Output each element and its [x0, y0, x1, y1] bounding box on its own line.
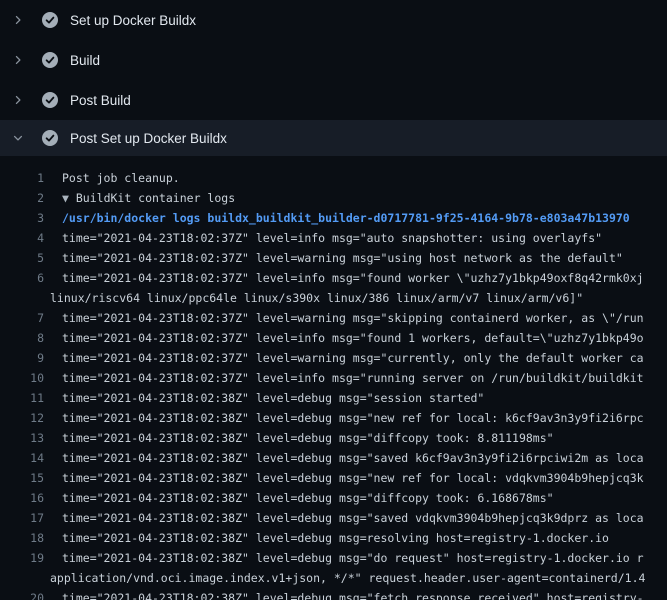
log-line-text: time="2021-04-23T18:02:37Z" level=warnin… — [62, 248, 623, 268]
log-line-number[interactable]: 11 — [0, 388, 44, 408]
log-line-text: Post job cleanup. — [62, 168, 180, 188]
log-line: 2 ▼ BuildKit container logs — [0, 188, 667, 208]
log-line-number[interactable]: 19 — [0, 548, 44, 568]
log-line: 4 time="2021-04-23T18:02:37Z" level=info … — [0, 228, 667, 248]
step-label: Post Set up Docker Buildx — [70, 131, 227, 146]
log-line: 14 time="2021-04-23T18:02:38Z" level=debu… — [0, 448, 667, 468]
log-line-text: time="2021-04-23T18:02:38Z" level=debug … — [62, 448, 644, 468]
log-line-number[interactable]: 7 — [0, 308, 44, 328]
steps-list: Set up Docker Buildx Build Post Build Post … — [0, 0, 667, 156]
chevron-right-icon — [13, 55, 29, 65]
step-label: Post Build — [70, 93, 131, 108]
log-line: 16 time="2021-04-23T18:02:38Z" level=debu… — [0, 488, 667, 508]
log-line-text: time="2021-04-23T18:02:37Z" level=warnin… — [62, 308, 644, 328]
log-line: 9 time="2021-04-23T18:02:37Z" level=warni… — [0, 348, 667, 368]
step-header-set-up-docker-buildx[interactable]: Set up Docker Buildx — [0, 0, 667, 40]
log-line-text: time="2021-04-23T18:02:37Z" level=info m… — [62, 368, 644, 388]
log-line-text: time="2021-04-23T18:02:38Z" level=debug … — [62, 548, 644, 568]
log-line-number — [0, 568, 44, 588]
log-line: 11 time="2021-04-23T18:02:38Z" level=debu… — [0, 388, 667, 408]
log-line-number — [0, 288, 44, 308]
chevron-right-icon — [13, 95, 29, 105]
log-line: 1 Post job cleanup. — [0, 168, 667, 188]
chevron-right-icon — [13, 15, 29, 25]
log-line: 6 time="2021-04-23T18:02:37Z" level=info … — [0, 268, 667, 288]
log-group-collapse-icon[interactable]: ▼ — [62, 191, 69, 205]
log-line-text: time="2021-04-23T18:02:37Z" level=info m… — [62, 228, 602, 248]
log-line-number[interactable]: 1 — [0, 168, 44, 188]
log-line-text: time="2021-04-23T18:02:38Z" level=debug … — [62, 428, 554, 448]
log-line-text: time="2021-04-23T18:02:38Z" level=debug … — [62, 488, 554, 508]
log-line-number[interactable]: 10 — [0, 368, 44, 388]
log-line: 15 time="2021-04-23T18:02:38Z" level=debu… — [0, 468, 667, 488]
log-line-number[interactable]: 8 — [0, 328, 44, 348]
log-line-number[interactable]: 20 — [0, 588, 44, 600]
step-label: Set up Docker Buildx — [70, 13, 196, 28]
log-line-continuation: linux/riscv64 linux/ppc64le linux/s390x … — [0, 288, 667, 308]
workflow-log-viewer: Set up Docker Buildx Build Post Build Post … — [0, 0, 667, 600]
log-line: 17 time="2021-04-23T18:02:38Z" level=debu… — [0, 508, 667, 528]
check-circle-icon — [42, 130, 58, 146]
log-line-number[interactable]: 17 — [0, 508, 44, 528]
chevron-down-icon — [13, 133, 29, 143]
log-line-text: linux/riscv64 linux/ppc64le linux/s390x … — [50, 288, 583, 308]
log-line-text: time="2021-04-23T18:02:37Z" level=info m… — [62, 328, 644, 348]
log-line: 18 time="2021-04-23T18:02:38Z" level=debu… — [0, 528, 667, 548]
step-header-post-build[interactable]: Post Build — [0, 80, 667, 120]
log-line: 10 time="2021-04-23T18:02:37Z" level=info… — [0, 368, 667, 388]
check-circle-icon — [42, 52, 58, 68]
log-line: 5 time="2021-04-23T18:02:37Z" level=warni… — [0, 248, 667, 268]
log-line-text: time="2021-04-23T18:02:38Z" level=debug … — [62, 408, 644, 428]
check-circle-icon — [42, 12, 58, 28]
log-line-text: application/vnd.oci.image.index.v1+json,… — [50, 568, 645, 588]
log-line-text: ▼ BuildKit container logs — [62, 188, 235, 208]
log-line-number[interactable]: 5 — [0, 248, 44, 268]
step-header-post-set-up-docker-buildx[interactable]: Post Set up Docker Buildx — [0, 120, 667, 156]
log-line-number[interactable]: 6 — [0, 268, 44, 288]
log-line: 13 time="2021-04-23T18:02:38Z" level=debu… — [0, 428, 667, 448]
log-line: 12 time="2021-04-23T18:02:38Z" level=debu… — [0, 408, 667, 428]
log-line-number[interactable]: 16 — [0, 488, 44, 508]
log-line-number[interactable]: 2 — [0, 188, 44, 208]
step-label: Build — [70, 53, 100, 68]
log-line: 8 time="2021-04-23T18:02:37Z" level=info … — [0, 328, 667, 348]
log-line-number[interactable]: 12 — [0, 408, 44, 428]
log-line-text: time="2021-04-23T18:02:38Z" level=debug … — [62, 528, 609, 548]
log-output: 1 Post job cleanup. 2 ▼ BuildKit container … — [0, 156, 667, 600]
log-line-number[interactable]: 13 — [0, 428, 44, 448]
log-line: 20 time="2021-04-23T18:02:38Z" level=debu… — [0, 588, 667, 600]
log-line-number[interactable]: 9 — [0, 348, 44, 368]
log-line: 7 time="2021-04-23T18:02:37Z" level=warni… — [0, 308, 667, 328]
check-circle-icon — [42, 92, 58, 108]
log-line-text: time="2021-04-23T18:02:38Z" level=debug … — [62, 508, 644, 528]
log-line-number[interactable]: 4 — [0, 228, 44, 248]
log-line-number[interactable]: 15 — [0, 468, 44, 488]
log-command-text: /usr/bin/docker logs buildx_buildkit_bui… — [62, 208, 630, 228]
log-line-number[interactable]: 14 — [0, 448, 44, 468]
log-line-text: time="2021-04-23T18:02:38Z" level=debug … — [62, 468, 644, 488]
log-line-text: time="2021-04-23T18:02:37Z" level=warnin… — [62, 348, 644, 368]
step-header-build[interactable]: Build — [0, 40, 667, 80]
log-line-text: time="2021-04-23T18:02:38Z" level=debug … — [62, 388, 484, 408]
log-group-title[interactable]: BuildKit container logs — [76, 191, 235, 205]
log-line-number[interactable]: 18 — [0, 528, 44, 548]
log-line-text: time="2021-04-23T18:02:38Z" level=debug … — [62, 588, 644, 600]
log-line-number[interactable]: 3 — [0, 208, 44, 228]
log-line: 3/usr/bin/docker logs buildx_buildkit_bu… — [0, 208, 667, 228]
log-line: 19 time="2021-04-23T18:02:38Z" level=debu… — [0, 548, 667, 568]
log-line-continuation: application/vnd.oci.image.index.v1+json,… — [0, 568, 667, 588]
log-line-text: time="2021-04-23T18:02:37Z" level=info m… — [62, 268, 644, 288]
